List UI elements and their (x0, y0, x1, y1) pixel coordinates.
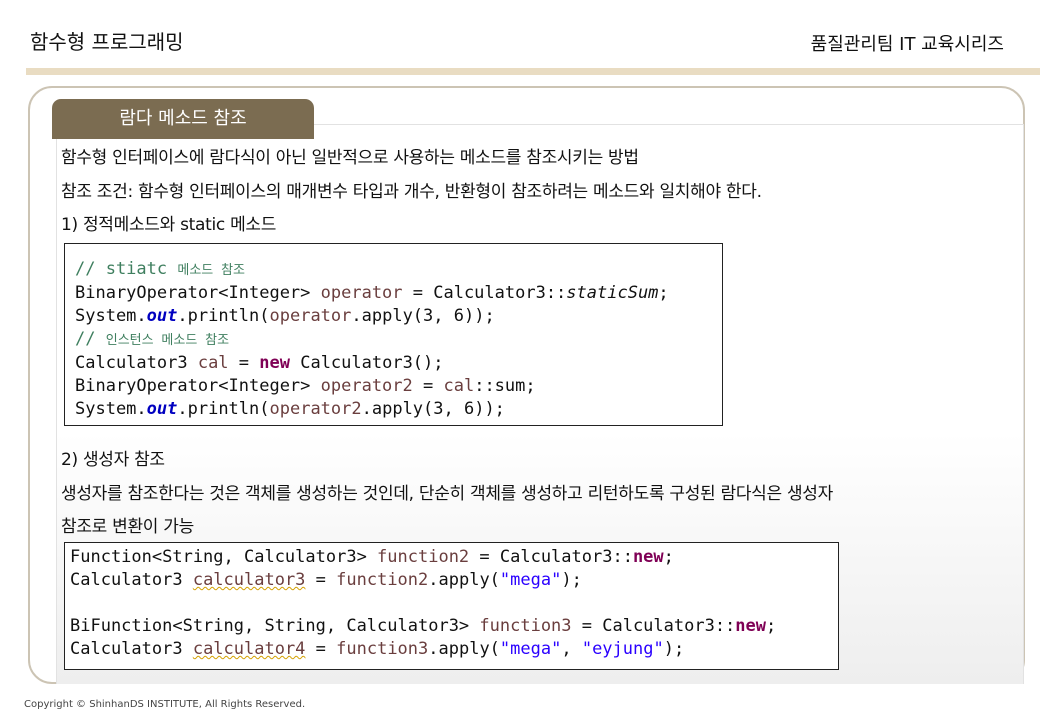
body-line-5: 생성자를 참조한다는 것은 객체를 생성하는 것인데, 단순히 객체를 생성하고… (61, 484, 833, 504)
code-comment: // stiatc (75, 259, 168, 279)
code-token: = Calculator3:: (571, 616, 736, 636)
code-line: BinaryOperator<Integer> operator = Calcu… (75, 282, 712, 305)
code-string: "mega" (499, 570, 562, 590)
code-token: .apply(3, 6)); (351, 306, 495, 326)
code-token: ; (658, 283, 669, 303)
body-line-2: 참조 조건: 함수형 인터페이스의 매개변수 타입과 개수, 반환형이 참조하려… (61, 182, 762, 202)
code-token: ::sum; (474, 376, 536, 396)
code-token: BinaryOperator<Integer> (75, 376, 321, 396)
code-token: .println( (177, 399, 270, 419)
code-method: staticSum (566, 283, 659, 303)
code-keyword: new (735, 616, 767, 636)
code-variable: function3 (479, 616, 572, 636)
copyright-footer: Copyright © ShinhanDS INSTITUTE, All Rig… (24, 699, 306, 710)
code-token: ; (663, 547, 674, 567)
code-line: Calculator3 cal = new Calculator3(); (75, 352, 712, 375)
code-token: = (412, 376, 444, 396)
code-line: Function<String, Calculator3> function2 … (70, 546, 828, 569)
code-line: // stiatc 메소드 참조 (75, 258, 712, 282)
code-keyword: new (259, 353, 290, 373)
code-token: System. (75, 306, 147, 326)
code-line: BiFunction<String, String, Calculator3> … (70, 615, 828, 638)
code-line: // 인스턴스 메소드 참조 (75, 328, 712, 352)
page-title: 함수형 프로그래밍 (30, 30, 184, 54)
code-token: BinaryOperator<Integer> (75, 283, 321, 303)
code-variable: operator (320, 283, 403, 303)
code-variable: calculator3 (192, 570, 306, 590)
header-divider (26, 68, 1040, 75)
code-token: ); (561, 570, 582, 590)
code-token: = (305, 639, 337, 659)
code-token: ); (663, 639, 685, 659)
code-token: = (228, 353, 260, 373)
code-line: System.out.println(operator.apply(3, 6))… (75, 305, 712, 328)
code-token: = Calculator3:: (469, 547, 633, 567)
code-static-field: out (146, 306, 178, 326)
code-comment: // (75, 329, 96, 349)
body-line-3: 1) 정적메소드와 static 메소드 (61, 215, 277, 235)
code-token: Calculator3 (70, 639, 193, 659)
code-variable: function2 (336, 570, 429, 590)
body-line-4: 2) 생성자 참조 (61, 450, 165, 470)
code-line: Calculator3 calculator3 = function2.appl… (70, 569, 828, 592)
code-token: .println( (177, 306, 270, 326)
code-variable: function3 (336, 639, 429, 659)
code-string: "eyjung" (581, 639, 664, 659)
code-line: System.out.println(operator2.apply(3, 6)… (75, 398, 712, 421)
code-comment: 인스턴스 메소드 참조 (105, 333, 230, 348)
code-token: = Calculator3:: (402, 283, 567, 303)
code-variable: operator (269, 306, 352, 326)
code-token: = (305, 570, 337, 590)
code-token: System. (75, 399, 147, 419)
code-token: Calculator3 (70, 570, 193, 590)
body-line-6: 참조로 변환이 가능 (61, 517, 194, 537)
code-token: Calculator3 (75, 353, 198, 373)
code-block-constructor-ref: Function<String, Calculator3> function2 … (64, 542, 839, 670)
code-variable: cal (443, 376, 475, 396)
code-string: "mega" (499, 639, 562, 659)
code-token: .apply(3, 6)); (361, 399, 505, 419)
code-token: Calculator3(); (289, 353, 444, 373)
section-tab: 람다 메소드 참조 (52, 99, 314, 139)
body-line-1: 함수형 인터페이스에 람다식이 아닌 일반적으로 사용하는 메소드를 참조시키는… (61, 148, 639, 168)
code-variable: function2 (377, 547, 470, 567)
code-token: .apply( (428, 639, 500, 659)
code-token: ; (766, 616, 777, 636)
code-variable: calculator4 (192, 639, 306, 659)
code-variable: cal (197, 353, 229, 373)
code-block-method-ref: // stiatc 메소드 참조 BinaryOperator<Integer> … (64, 243, 723, 426)
code-token: BiFunction<String, String, Calculator3> (70, 616, 480, 636)
code-static-field: out (146, 399, 178, 419)
code-variable: operator2 (269, 399, 362, 419)
series-title: 품질관리팀 IT 교육시리즈 (810, 34, 1004, 55)
code-line: BinaryOperator<Integer> operator2 = cal:… (75, 375, 712, 398)
code-variable: operator2 (320, 376, 413, 396)
code-token: , (561, 639, 582, 659)
code-token: Function<String, Calculator3> (70, 547, 378, 567)
code-line: Calculator3 calculator4 = function3.appl… (70, 638, 828, 661)
code-comment: 메소드 참조 (177, 263, 246, 278)
code-token: .apply( (428, 570, 500, 590)
code-keyword: new (632, 547, 664, 567)
